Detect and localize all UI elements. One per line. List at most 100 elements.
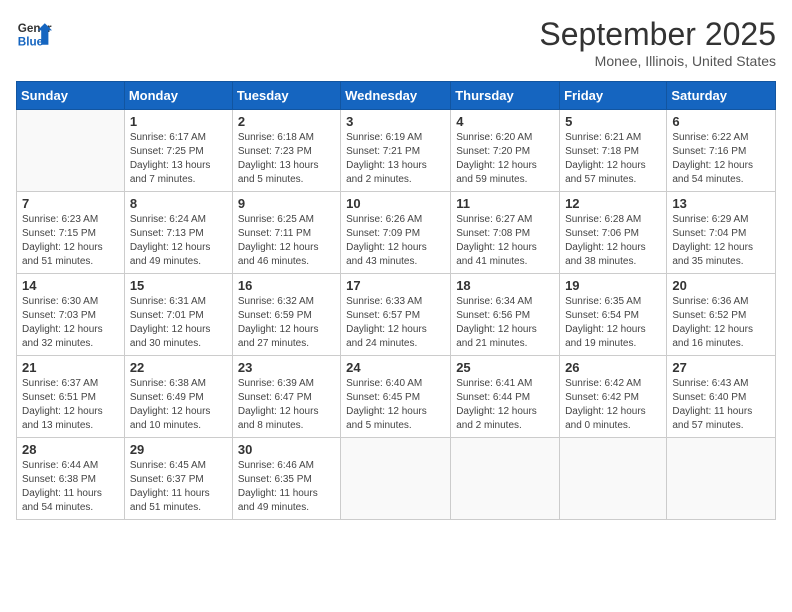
- calendar-body: 1 Sunrise: 6:17 AM Sunset: 7:25 PM Daylig…: [17, 110, 776, 520]
- day-number: 10: [346, 196, 445, 211]
- svg-text:Blue: Blue: [18, 36, 44, 49]
- day-number: 14: [22, 278, 119, 293]
- day-number: 28: [22, 442, 119, 457]
- header: General Blue September 2025 Monee, Illin…: [16, 16, 776, 69]
- day-of-week-header: Sunday: [17, 82, 125, 110]
- day-number: 8: [130, 196, 227, 211]
- day-number: 21: [22, 360, 119, 375]
- day-number: 29: [130, 442, 227, 457]
- day-info: Sunrise: 6:39 AM Sunset: 6:47 PM Dayligh…: [238, 377, 335, 433]
- day-info: Sunrise: 6:23 AM Sunset: 7:15 PM Dayligh…: [22, 213, 119, 269]
- calendar-week-row: 28Sunrise: 6:44 AM Sunset: 6:38 PM Dayli…: [17, 438, 776, 520]
- day-number: 19: [565, 278, 661, 293]
- day-number: 1: [130, 114, 227, 129]
- day-info: Sunrise: 6:41 AM Sunset: 6:44 PM Dayligh…: [456, 377, 554, 433]
- day-info: Sunrise: 6:28 AM Sunset: 7:06 PM Dayligh…: [565, 213, 661, 269]
- day-info: Sunrise: 6:30 AM Sunset: 7:03 PM Dayligh…: [22, 295, 119, 351]
- calendar-cell: [17, 110, 125, 192]
- day-number: 13: [672, 196, 770, 211]
- day-number: 24: [346, 360, 445, 375]
- days-of-week-row: SundayMondayTuesdayWednesdayThursdayFrid…: [17, 82, 776, 110]
- day-info: Sunrise: 6:21 AM Sunset: 7:18 PM Dayligh…: [565, 131, 661, 187]
- calendar-cell: 11Sunrise: 6:27 AM Sunset: 7:08 PM Dayli…: [451, 192, 560, 274]
- day-number: 11: [456, 196, 554, 211]
- calendar-cell: 8 Sunrise: 6:24 AM Sunset: 7:13 PM Daylig…: [124, 192, 232, 274]
- day-number: 15: [130, 278, 227, 293]
- calendar-cell: 5 Sunrise: 6:21 AM Sunset: 7:18 PM Daylig…: [560, 110, 667, 192]
- day-info: Sunrise: 6:22 AM Sunset: 7:16 PM Dayligh…: [672, 131, 770, 187]
- calendar-cell: [341, 438, 451, 520]
- calendar-cell: 10 Sunrise: 6:26 AM Sunset: 7:09 PM Dayli…: [341, 192, 451, 274]
- day-info: Sunrise: 6:36 AM Sunset: 6:52 PM Dayligh…: [672, 295, 770, 351]
- calendar-cell: 1 Sunrise: 6:17 AM Sunset: 7:25 PM Daylig…: [124, 110, 232, 192]
- calendar-cell: 9Sunrise: 6:25 AM Sunset: 7:11 PM Daylig…: [232, 192, 340, 274]
- day-info: Sunrise: 6:17 AM Sunset: 7:25 PM Dayligh…: [130, 131, 227, 187]
- calendar-cell: 19 Sunrise: 6:35 AM Sunset: 6:54 PM Dayli…: [560, 274, 667, 356]
- day-info: Sunrise: 6:29 AM Sunset: 7:04 PM Dayligh…: [672, 213, 770, 269]
- day-number: 30: [238, 442, 335, 457]
- month-title: September 2025: [539, 16, 776, 53]
- day-info: Sunrise: 6:33 AM Sunset: 6:57 PM Dayligh…: [346, 295, 445, 351]
- calendar-cell: 4 Sunrise: 6:20 AM Sunset: 7:20 PM Daylig…: [451, 110, 560, 192]
- calendar-cell: 7 Sunrise: 6:23 AM Sunset: 7:15 PM Daylig…: [17, 192, 125, 274]
- calendar-cell: 25 Sunrise: 6:41 AM Sunset: 6:44 PM Dayli…: [451, 356, 560, 438]
- day-number: 3: [346, 114, 445, 129]
- day-number: 6: [672, 114, 770, 129]
- day-info: Sunrise: 6:18 AM Sunset: 7:23 PM Dayligh…: [238, 131, 335, 187]
- day-info: Sunrise: 6:31 AM Sunset: 7:01 PM Dayligh…: [130, 295, 227, 351]
- day-of-week-header: Wednesday: [341, 82, 451, 110]
- calendar-cell: 22 Sunrise: 6:38 AM Sunset: 6:49 PM Dayli…: [124, 356, 232, 438]
- calendar-cell: 2 Sunrise: 6:18 AM Sunset: 7:23 PM Daylig…: [232, 110, 340, 192]
- calendar-cell: 29 Sunrise: 6:45 AM Sunset: 6:37 PM Dayli…: [124, 438, 232, 520]
- calendar-week-row: 14 Sunrise: 6:30 AM Sunset: 7:03 PM Dayli…: [17, 274, 776, 356]
- day-of-week-header: Tuesday: [232, 82, 340, 110]
- calendar-cell: 26 Sunrise: 6:42 AM Sunset: 6:42 PM Dayli…: [560, 356, 667, 438]
- day-info: Sunrise: 6:20 AM Sunset: 7:20 PM Dayligh…: [456, 131, 554, 187]
- day-number: 16: [238, 278, 335, 293]
- day-info: Sunrise: 6:38 AM Sunset: 6:49 PM Dayligh…: [130, 377, 227, 433]
- day-number: 4: [456, 114, 554, 129]
- calendar-cell: 17 Sunrise: 6:33 AM Sunset: 6:57 PM Dayli…: [341, 274, 451, 356]
- day-info: Sunrise: 6:37 AM Sunset: 6:51 PM Dayligh…: [22, 377, 119, 433]
- day-info: Sunrise: 6:45 AM Sunset: 6:37 PM Dayligh…: [130, 459, 227, 515]
- day-number: 27: [672, 360, 770, 375]
- calendar-cell: 21 Sunrise: 6:37 AM Sunset: 6:51 PM Dayli…: [17, 356, 125, 438]
- day-info: Sunrise: 6:32 AM Sunset: 6:59 PM Dayligh…: [238, 295, 335, 351]
- day-info: Sunrise: 6:24 AM Sunset: 7:13 PM Dayligh…: [130, 213, 227, 269]
- calendar-cell: 24Sunrise: 6:40 AM Sunset: 6:45 PM Dayli…: [341, 356, 451, 438]
- day-number: 22: [130, 360, 227, 375]
- day-of-week-header: Monday: [124, 82, 232, 110]
- day-info: Sunrise: 6:19 AM Sunset: 7:21 PM Dayligh…: [346, 131, 445, 187]
- day-info: Sunrise: 6:42 AM Sunset: 6:42 PM Dayligh…: [565, 377, 661, 433]
- day-number: 2: [238, 114, 335, 129]
- day-of-week-header: Thursday: [451, 82, 560, 110]
- day-number: 12: [565, 196, 661, 211]
- calendar-cell: 13 Sunrise: 6:29 AM Sunset: 7:04 PM Dayli…: [667, 192, 776, 274]
- calendar-cell: 30 Sunrise: 6:46 AM Sunset: 6:35 PM Dayli…: [232, 438, 340, 520]
- calendar-cell: 18Sunrise: 6:34 AM Sunset: 6:56 PM Dayli…: [451, 274, 560, 356]
- calendar-cell: 12 Sunrise: 6:28 AM Sunset: 7:06 PM Dayli…: [560, 192, 667, 274]
- day-info: Sunrise: 6:46 AM Sunset: 6:35 PM Dayligh…: [238, 459, 335, 515]
- day-info: Sunrise: 6:35 AM Sunset: 6:54 PM Dayligh…: [565, 295, 661, 351]
- calendar-cell: 6 Sunrise: 6:22 AM Sunset: 7:16 PM Daylig…: [667, 110, 776, 192]
- calendar-table: SundayMondayTuesdayWednesdayThursdayFrid…: [16, 81, 776, 520]
- calendar-cell: 14 Sunrise: 6:30 AM Sunset: 7:03 PM Dayli…: [17, 274, 125, 356]
- logo: General Blue: [16, 16, 52, 52]
- day-number: 7: [22, 196, 119, 211]
- calendar-cell: 28Sunrise: 6:44 AM Sunset: 6:38 PM Dayli…: [17, 438, 125, 520]
- day-number: 5: [565, 114, 661, 129]
- calendar-week-row: 1 Sunrise: 6:17 AM Sunset: 7:25 PM Daylig…: [17, 110, 776, 192]
- calendar-cell: 16 Sunrise: 6:32 AM Sunset: 6:59 PM Dayli…: [232, 274, 340, 356]
- day-number: 23: [238, 360, 335, 375]
- calendar-week-row: 21 Sunrise: 6:37 AM Sunset: 6:51 PM Dayli…: [17, 356, 776, 438]
- day-number: 26: [565, 360, 661, 375]
- day-info: Sunrise: 6:26 AM Sunset: 7:09 PM Dayligh…: [346, 213, 445, 269]
- day-info: Sunrise: 6:43 AM Sunset: 6:40 PM Dayligh…: [672, 377, 770, 433]
- day-of-week-header: Saturday: [667, 82, 776, 110]
- day-number: 25: [456, 360, 554, 375]
- day-info: Sunrise: 6:25 AM Sunset: 7:11 PM Dayligh…: [238, 213, 335, 269]
- day-number: 20: [672, 278, 770, 293]
- calendar-cell: [451, 438, 560, 520]
- day-number: 17: [346, 278, 445, 293]
- calendar-cell: [667, 438, 776, 520]
